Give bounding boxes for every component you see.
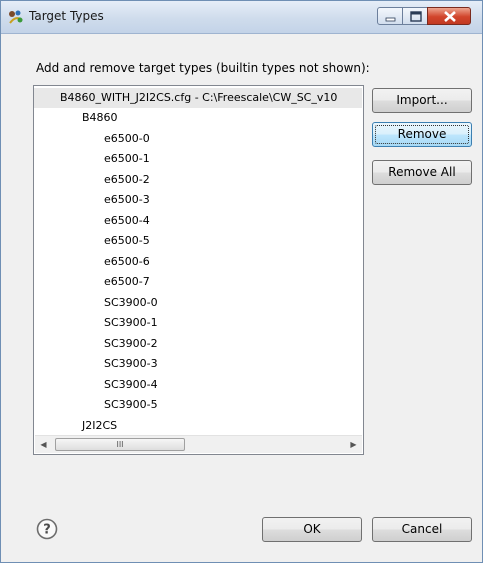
- application-icon: [9, 10, 23, 24]
- tree-item-label: SC3900-4: [104, 377, 158, 391]
- close-icon: [444, 11, 456, 22]
- target-types-tree[interactable]: B4860_WITH_J2I2CS.cfg - C:\Freescale\CW_…: [33, 85, 364, 455]
- svg-text:?: ?: [43, 523, 51, 538]
- tree-root-item[interactable]: B4860_WITH_J2I2CS.cfg - C:\Freescale\CW_…: [34, 88, 362, 108]
- scrollbar-grip: III: [116, 440, 124, 449]
- maximize-icon: [410, 11, 422, 22]
- description-label: Add and remove target types (builtin typ…: [36, 61, 370, 75]
- scroll-left-icon[interactable]: ◀: [35, 436, 52, 453]
- tree-item[interactable]: e6500-0: [34, 129, 362, 149]
- cancel-button-label: Cancel: [401, 522, 443, 536]
- tree-item-label: B4860: [82, 111, 118, 124]
- tree-item[interactable]: SC3900-5: [34, 395, 362, 415]
- tree-root-label: B4860_WITH_J2I2CS.cfg - C:\Freescale\CW_…: [60, 91, 338, 104]
- tree-item-label: e6500-5: [104, 234, 150, 247]
- import-button[interactable]: Import...: [372, 88, 472, 113]
- title-bar[interactable]: Target Types: [1, 1, 482, 34]
- tree-item-label: SC3900-3: [104, 357, 158, 370]
- import-button-label: Import...: [396, 93, 448, 107]
- tree-item-label: e6500-2: [104, 172, 150, 186]
- tree-item-label: e6500-6: [104, 254, 150, 268]
- tree-item-label: e6500-7: [104, 275, 150, 288]
- scrollbar-thumb[interactable]: III: [55, 438, 185, 451]
- tree-item[interactable]: e6500-7: [34, 272, 362, 292]
- tree-item-label: e6500-1: [104, 152, 150, 165]
- tree-item-label: e6500-0: [104, 131, 150, 145]
- tree-item-label: SC3900-5: [104, 398, 158, 411]
- tree-item[interactable]: e6500-6: [34, 252, 362, 272]
- ok-button-label: OK: [303, 522, 321, 536]
- horizontal-scrollbar[interactable]: ◀ III ▶: [35, 435, 362, 453]
- tree-item[interactable]: SC3900-2: [34, 334, 362, 354]
- help-icon[interactable]: ?: [36, 518, 58, 540]
- target-types-dialog: Target Types Add and remove target types…: [0, 0, 483, 563]
- ok-button[interactable]: OK: [262, 517, 362, 542]
- window-title: Target Types: [29, 9, 104, 23]
- tree-item[interactable]: e6500-1: [34, 149, 362, 169]
- close-button[interactable]: [427, 7, 471, 25]
- tree-item[interactable]: J2I2CS: [34, 416, 362, 436]
- minimize-button[interactable]: [377, 7, 403, 25]
- tree-item[interactable]: SC3900-0: [34, 293, 362, 313]
- maximize-button[interactable]: [402, 7, 428, 25]
- tree-item-label: SC3900-1: [104, 316, 158, 329]
- minimize-icon: [385, 17, 396, 22]
- remove-all-button[interactable]: Remove All: [372, 160, 472, 185]
- scroll-right-icon[interactable]: ▶: [345, 436, 362, 453]
- remove-button-label: Remove: [397, 127, 447, 141]
- cancel-button[interactable]: Cancel: [372, 517, 472, 542]
- tree-item[interactable]: e6500-4: [34, 211, 362, 231]
- tree-item[interactable]: e6500-3: [34, 190, 362, 210]
- tree-item-label: J2I2CS: [82, 418, 118, 432]
- tree-item-label: e6500-4: [104, 213, 150, 227]
- remove-all-button-label: Remove All: [388, 165, 456, 179]
- remove-button[interactable]: Remove: [372, 122, 472, 147]
- tree-item[interactable]: e6500-2: [34, 170, 362, 190]
- tree-item-label: e6500-3: [104, 193, 150, 206]
- tree-item[interactable]: SC3900-3: [34, 354, 362, 374]
- tree-item[interactable]: B4860: [34, 108, 362, 128]
- tree-item[interactable]: e6500-5: [34, 231, 362, 251]
- tree-item[interactable]: SC3900-4: [34, 375, 362, 395]
- tree-item[interactable]: SC3900-1: [34, 313, 362, 333]
- tree-item-label: SC3900-2: [104, 336, 158, 350]
- tree-item-label: SC3900-0: [104, 295, 158, 309]
